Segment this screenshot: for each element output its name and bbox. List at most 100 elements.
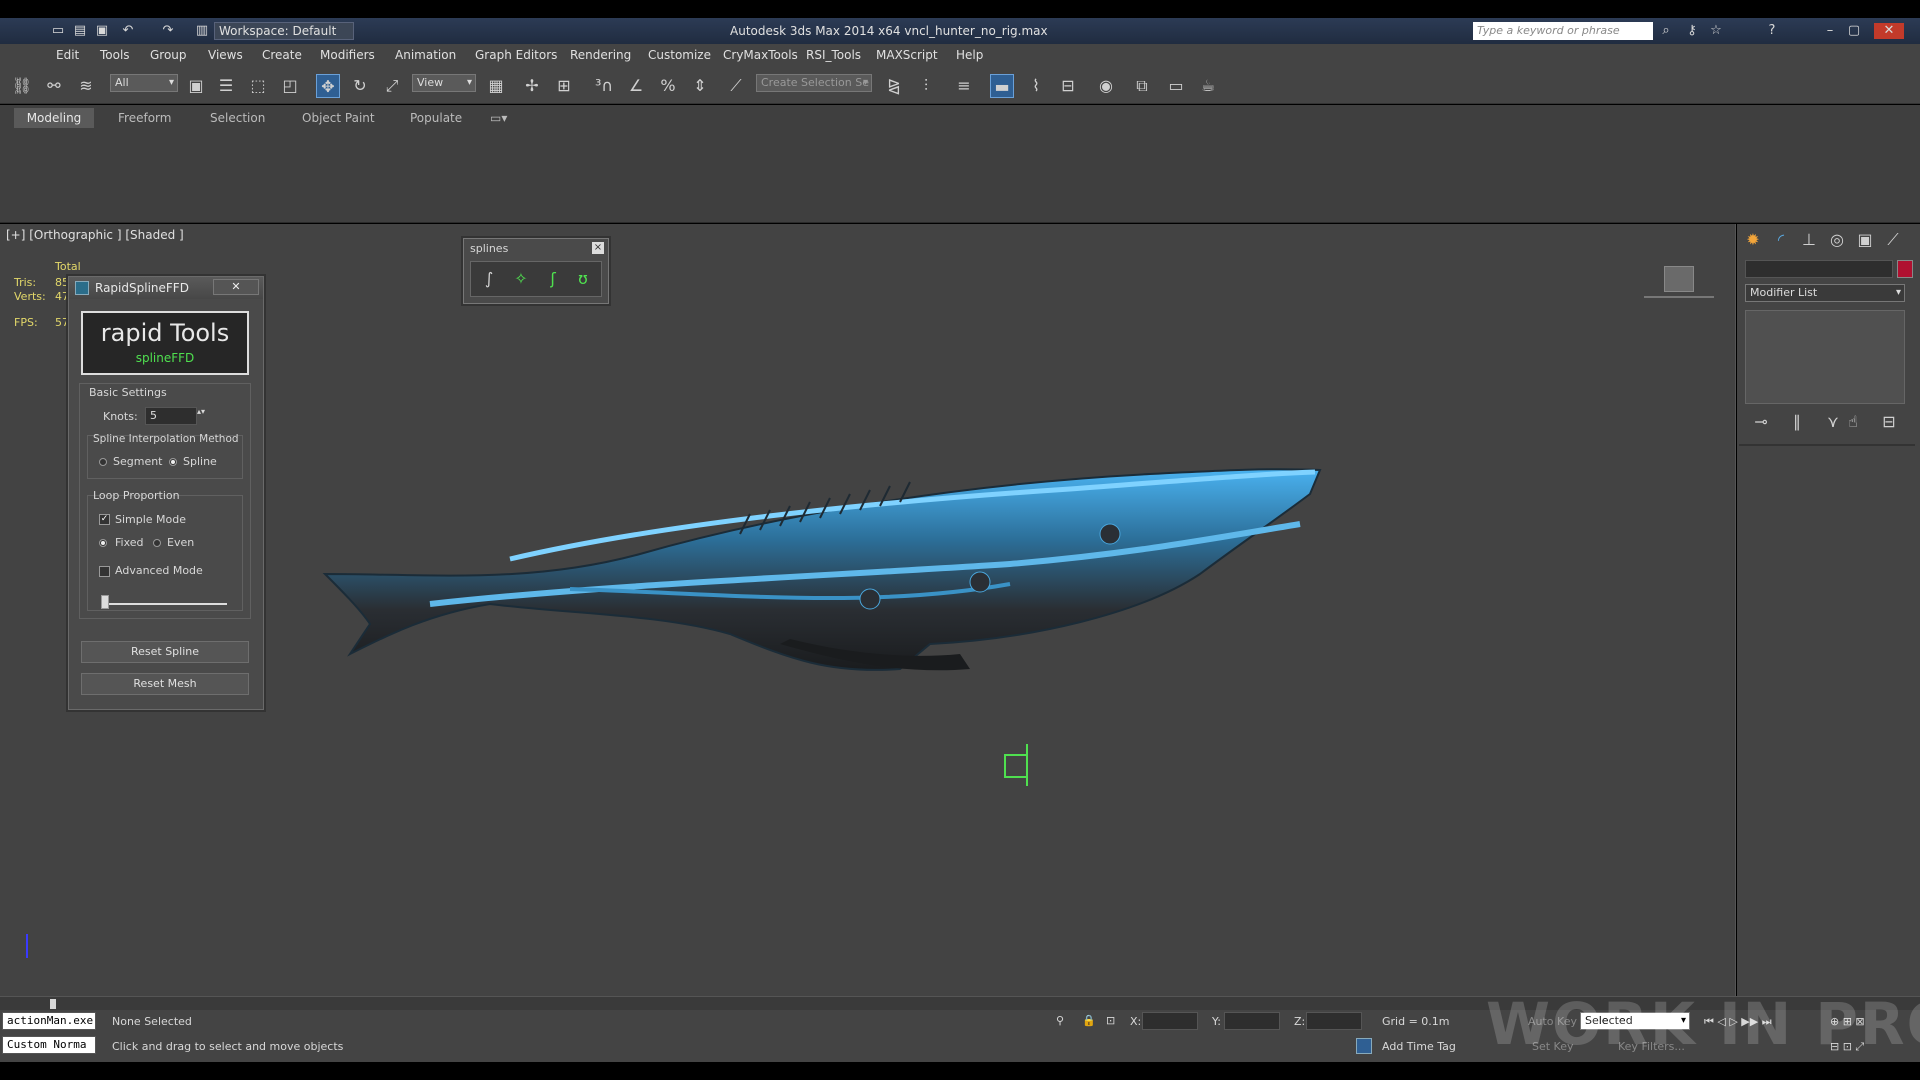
knots-spinner[interactable]: 5 bbox=[145, 407, 197, 425]
show-end-result-icon[interactable]: ∥ bbox=[1785, 410, 1809, 434]
y-coordinate-field[interactable] bbox=[1224, 1012, 1280, 1030]
selection-lock-icon[interactable]: 🔒 bbox=[1082, 1014, 1096, 1027]
select-manipulate-icon[interactable]: ✢ bbox=[520, 74, 544, 98]
create-tab-icon[interactable]: ✹ bbox=[1741, 228, 1765, 252]
utilities-tab-icon[interactable]: ⟋ bbox=[1881, 228, 1905, 252]
proportion-slider-track[interactable] bbox=[103, 603, 227, 605]
undo-icon[interactable]: ↶ bbox=[120, 23, 136, 39]
menu-maxscript[interactable]: MAXScript bbox=[876, 48, 938, 62]
segment-radio[interactable] bbox=[99, 458, 107, 466]
save-file-icon[interactable]: ▣ bbox=[94, 23, 110, 39]
submarine-model[interactable] bbox=[310, 464, 1530, 804]
viewcube-icon[interactable] bbox=[1664, 266, 1694, 292]
material-editor-icon[interactable]: ◉ bbox=[1094, 74, 1118, 98]
menu-help[interactable]: Help bbox=[956, 48, 983, 62]
menu-group[interactable]: Group bbox=[150, 48, 187, 62]
ribbon-options-icon[interactable]: ▭▾ bbox=[484, 108, 513, 128]
key-icon[interactable]: ⚷ bbox=[1684, 23, 1700, 39]
modifier-stack[interactable] bbox=[1745, 310, 1905, 404]
graphite-toggle-icon[interactable]: ▬ bbox=[990, 74, 1014, 98]
select-move-icon[interactable]: ✥ bbox=[316, 74, 340, 98]
rect-selection-icon[interactable]: ⬚ bbox=[246, 74, 270, 98]
reference-coordinate-dropdown[interactable]: View bbox=[412, 74, 476, 92]
add-time-tag-button[interactable]: Add Time Tag bbox=[1382, 1040, 1456, 1053]
proportion-slider-thumb[interactable] bbox=[101, 595, 110, 609]
menu-customize[interactable]: Customize bbox=[648, 48, 711, 62]
menu-crymaxtools[interactable]: CryMaxTools bbox=[723, 48, 798, 62]
modifier-list-dropdown[interactable]: Modifier List bbox=[1745, 284, 1905, 302]
pivot-center-icon[interactable]: ▦ bbox=[484, 74, 508, 98]
percent-snap-icon[interactable]: % bbox=[656, 74, 680, 98]
isolate-toggle-icon[interactable]: ⚲ bbox=[1056, 1014, 1064, 1027]
tab-selection[interactable]: Selection bbox=[204, 108, 271, 128]
hierarchy-tab-icon[interactable]: ⊥ bbox=[1797, 228, 1821, 252]
time-tag-icon[interactable] bbox=[1356, 1038, 1372, 1054]
menu-graph-editors[interactable]: Graph Editors bbox=[475, 48, 557, 62]
minimize-icon[interactable]: – bbox=[1822, 23, 1838, 39]
render-production-icon[interactable]: ☕ bbox=[1196, 74, 1220, 98]
window-crossing-icon[interactable]: ◰ bbox=[278, 74, 302, 98]
spline-draw-icon[interactable]: ∫ bbox=[477, 267, 501, 291]
fixed-radio[interactable] bbox=[99, 539, 107, 547]
even-radio[interactable] bbox=[153, 539, 161, 547]
rendered-frame-icon[interactable]: ▭ bbox=[1164, 74, 1188, 98]
z-coordinate-field[interactable] bbox=[1306, 1012, 1362, 1030]
schematic-view-icon[interactable]: ⊟ bbox=[1056, 74, 1080, 98]
spline-radio[interactable] bbox=[169, 458, 177, 466]
menu-rendering[interactable]: Rendering bbox=[570, 48, 631, 62]
reset-mesh-button[interactable]: Reset Mesh bbox=[81, 673, 249, 695]
workspace-dropdown[interactable]: Workspace: Default bbox=[214, 22, 354, 40]
keyboard-shortcut-icon[interactable]: ⊞ bbox=[552, 74, 576, 98]
modify-tab-icon[interactable]: ◜ bbox=[1769, 228, 1793, 252]
layer-explorer-icon[interactable]: ≡ bbox=[952, 74, 976, 98]
spinner-snap-icon[interactable]: ⇕ bbox=[688, 74, 712, 98]
pin-stack-icon[interactable]: ⊸ bbox=[1749, 410, 1773, 434]
menu-modifiers[interactable]: Modifiers bbox=[320, 48, 375, 62]
select-scale-icon[interactable]: ⤢ bbox=[380, 74, 404, 98]
select-rotate-icon[interactable]: ↻ bbox=[348, 74, 372, 98]
object-color-swatch[interactable] bbox=[1897, 260, 1913, 278]
spline-vertex-icon[interactable]: ✧ bbox=[509, 267, 533, 291]
advanced-mode-checkbox[interactable] bbox=[99, 566, 110, 577]
spinner-arrows-icon[interactable]: ▴▾ bbox=[197, 407, 205, 416]
named-selection-dropdown[interactable]: Create Selection Se bbox=[756, 74, 872, 92]
dialog-close-button[interactable]: ✕ bbox=[213, 279, 259, 295]
time-slider-thumb[interactable] bbox=[50, 999, 56, 1009]
x-coordinate-field[interactable] bbox=[1142, 1012, 1198, 1030]
remove-modifier-icon[interactable]: ☝ bbox=[1841, 410, 1865, 434]
configure-modifier-sets-icon[interactable]: ⊟ bbox=[1877, 410, 1901, 434]
maxscript-listener-1[interactable]: actionMan.exe bbox=[2, 1012, 96, 1030]
spline-relax-icon[interactable]: ʊ bbox=[571, 267, 595, 291]
viewport-label[interactable]: [+] [Orthographic ] [Shaded ] bbox=[6, 228, 184, 242]
splines-close-button[interactable]: × bbox=[592, 242, 604, 254]
motion-tab-icon[interactable]: ◎ bbox=[1825, 228, 1849, 252]
tab-object-paint[interactable]: Object Paint bbox=[296, 108, 381, 128]
edit-named-selection-icon[interactable]: ⟋ bbox=[724, 74, 748, 98]
menu-edit[interactable]: Edit bbox=[56, 48, 79, 62]
menu-create[interactable]: Create bbox=[262, 48, 302, 62]
mirror-icon[interactable]: ⧎ bbox=[882, 74, 906, 98]
maximize-icon[interactable]: ▢ bbox=[1846, 23, 1862, 39]
tab-populate[interactable]: Populate bbox=[404, 108, 468, 128]
menu-rsi-tools[interactable]: RSI_Tools bbox=[806, 48, 861, 62]
object-name-field[interactable] bbox=[1745, 260, 1893, 278]
unlink-icon[interactable]: ⚯ bbox=[42, 74, 66, 98]
help-icon[interactable]: ? bbox=[1764, 23, 1780, 39]
open-file-icon[interactable]: ▤ bbox=[72, 23, 88, 39]
simple-mode-checkbox[interactable]: ✓ bbox=[99, 514, 110, 525]
tab-modeling[interactable]: Modeling bbox=[14, 108, 94, 128]
binoculars-icon[interactable]: ⌕ bbox=[1658, 23, 1674, 39]
new-file-icon[interactable]: ▭ bbox=[50, 23, 66, 39]
dialog-titlebar[interactable]: RapidSplineFFD ✕ bbox=[69, 277, 263, 299]
close-icon[interactable]: ✕ bbox=[1874, 23, 1904, 39]
project-folder-icon[interactable]: ▥ bbox=[194, 23, 210, 39]
selection-filter-dropdown[interactable]: All bbox=[110, 74, 178, 92]
spline-refine-icon[interactable]: ʃ bbox=[541, 267, 565, 291]
angle-snap-icon[interactable]: ∠ bbox=[624, 74, 648, 98]
menu-tools[interactable]: Tools bbox=[100, 48, 130, 62]
redo-icon[interactable]: ↷ bbox=[160, 23, 176, 39]
transform-gizmo-icon[interactable] bbox=[1004, 754, 1028, 778]
align-icon[interactable]: ⫶ bbox=[914, 74, 938, 98]
tab-freeform[interactable]: Freeform bbox=[112, 108, 177, 128]
select-by-name-icon[interactable]: ☰ bbox=[214, 74, 238, 98]
